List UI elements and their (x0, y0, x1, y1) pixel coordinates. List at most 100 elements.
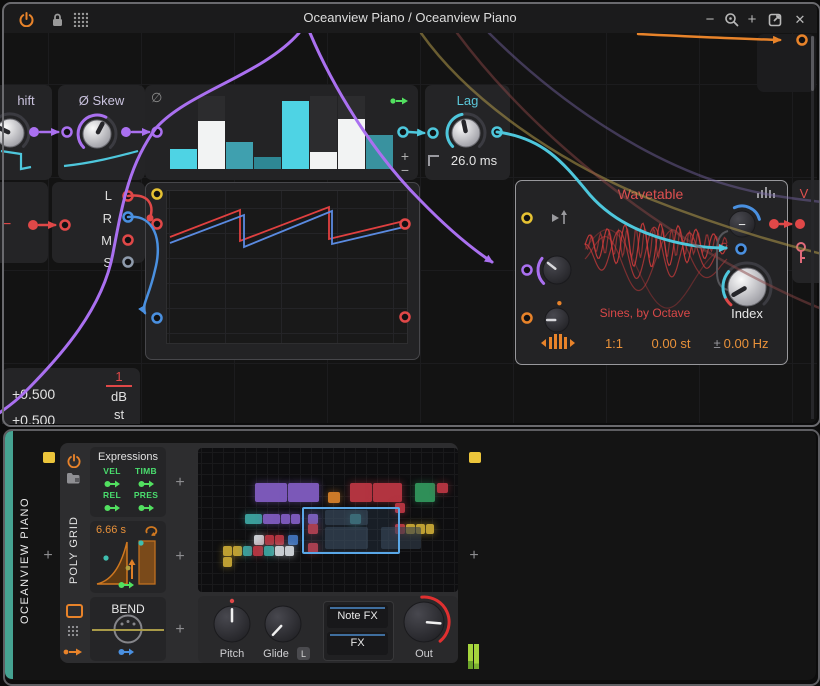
minimap-module-block (265, 535, 274, 545)
loop-icon[interactable] (143, 523, 161, 537)
expression-port-icon[interactable] (138, 500, 154, 510)
module-title: Lag (425, 93, 510, 108)
track-color-strip (5, 431, 13, 679)
step-bar[interactable] (338, 119, 365, 169)
step-ghost (338, 96, 365, 119)
minimap-module-block (291, 514, 300, 524)
scrollbar-track[interactable] (811, 36, 814, 419)
wavetable-ratio-value[interactable]: 1:1 (598, 336, 630, 351)
remote-controls-icon[interactable] (66, 624, 80, 638)
minimap-module-block (243, 546, 252, 556)
minimap-module-block (233, 546, 242, 556)
envelope-out-port-icon[interactable] (117, 579, 134, 590)
steps-bars[interactable] (170, 96, 394, 169)
routing-icon[interactable] (62, 646, 84, 658)
step-bar[interactable] (254, 157, 281, 169)
partial-module[interactable] (757, 34, 816, 92)
minimap-module-block (288, 535, 298, 545)
minimap-module-block (285, 546, 294, 556)
fx-accent (330, 634, 385, 636)
minimap-module-block (281, 514, 290, 524)
popout-icon[interactable] (766, 11, 784, 28)
track-io-square-right[interactable] (469, 452, 481, 463)
add-modulator-button[interactable]: + (172, 621, 188, 639)
lrms-label-r: R (88, 211, 112, 226)
minimap-module-block (223, 557, 232, 567)
device-power-icon[interactable] (66, 453, 81, 468)
lrms-label-m: M (88, 233, 112, 248)
unit-fraction-numerator[interactable]: 1 (106, 369, 132, 384)
module-title: hift (0, 93, 52, 108)
track-io-square[interactable] (43, 452, 55, 463)
minimap-module-block (264, 546, 274, 556)
unit-fraction-denominator[interactable]: dB (106, 389, 132, 404)
expression-port-icon[interactable] (138, 476, 154, 486)
close-icon[interactable]: ✕ (791, 11, 809, 28)
expression-label-pres: PRES (131, 490, 161, 500)
minimap-module-block (426, 524, 434, 534)
phase-icon: ∅ (151, 90, 167, 106)
step-bar[interactable] (170, 149, 197, 169)
expression-port-icon[interactable] (104, 500, 120, 510)
minimap-module-block (275, 546, 284, 556)
wavetable-detune-value[interactable]: 0.00 st (640, 336, 702, 351)
step-bar[interactable] (226, 142, 253, 169)
patch-minimap[interactable] (198, 448, 458, 592)
level-meter-left (468, 644, 473, 669)
preset-folder-icon[interactable] (65, 471, 81, 484)
value-row2-unit[interactable]: st (106, 407, 132, 422)
zoom-in-button[interactable]: + (743, 11, 761, 28)
minimap-viewport[interactable] (302, 507, 400, 554)
module-title: Wavetable (515, 186, 786, 202)
minimap-module-block (328, 492, 340, 503)
bend-out-port-icon[interactable] (117, 646, 134, 657)
level-meter-right (474, 644, 479, 669)
minimap-module-block (275, 535, 284, 545)
add-modulator-button[interactable]: + (172, 548, 188, 566)
lag-time-value[interactable]: 26.0 ms (443, 153, 505, 168)
value-row2[interactable]: +0.500 (12, 412, 55, 424)
oscilloscope-display (166, 190, 408, 344)
add-device-right-button[interactable]: + (465, 547, 483, 565)
minimap-module-block (437, 483, 448, 493)
track-name-vertical: OCEANVIEW PIANO (17, 468, 33, 652)
expression-label-timb: TIMB (131, 466, 161, 476)
step-bar[interactable] (366, 135, 393, 169)
bend-value-line (92, 629, 164, 631)
out-knob-label: Out (402, 648, 446, 660)
window-title: Oceanview Piano / Oceanview Piano (3, 10, 817, 25)
fraction-bar (106, 385, 132, 387)
window-titlebar[interactable]: Oceanview Piano / Oceanview Piano − + ✕ (3, 3, 817, 33)
value-row1[interactable]: +0.500 (12, 386, 55, 402)
step-ghost (198, 96, 225, 121)
expression-port-icon[interactable] (104, 476, 120, 486)
lrms-label-l: L (88, 189, 112, 203)
add-device-left-button[interactable]: + (39, 547, 57, 565)
minimap-module-block (245, 514, 262, 524)
steps-remove-button[interactable]: − (398, 162, 412, 178)
envelope-time-value[interactable]: 6.66 s (96, 524, 126, 536)
expression-label-rel: REL (97, 490, 127, 500)
minimap-module-block (350, 483, 372, 502)
module-title: Ø Skew (58, 93, 145, 108)
step-bar[interactable] (198, 121, 225, 169)
zoom-out-button[interactable]: − (701, 11, 719, 28)
step-bar[interactable] (310, 152, 337, 169)
lrms-label-s: S (88, 255, 112, 270)
glide-mode-badge[interactable]: L (297, 647, 310, 660)
minimap-module-block (254, 535, 264, 545)
grid-editor: hift Ø Skew ∅ + − Lag 26.0 ms − L R M S … (0, 0, 820, 424)
minimap-module-block (288, 483, 319, 502)
minimap-module-block (263, 514, 280, 524)
minimap-module-block (373, 483, 402, 502)
zoom-reset-icon[interactable] (722, 11, 740, 28)
index-knob-label: Index (715, 306, 779, 321)
device-name-vertical: POLY GRID (66, 503, 82, 598)
step-bar[interactable] (282, 101, 309, 169)
scrollbar-thumb[interactable] (811, 36, 814, 91)
display-toggle-icon[interactable] (66, 604, 83, 618)
wavetable-freq-value[interactable]: ±0.00 Hz (705, 336, 777, 351)
minimap-module-block (415, 483, 435, 502)
add-modulator-button[interactable]: + (172, 474, 188, 492)
wavetable-preset-name[interactable]: Sines, by Octave (560, 306, 730, 320)
